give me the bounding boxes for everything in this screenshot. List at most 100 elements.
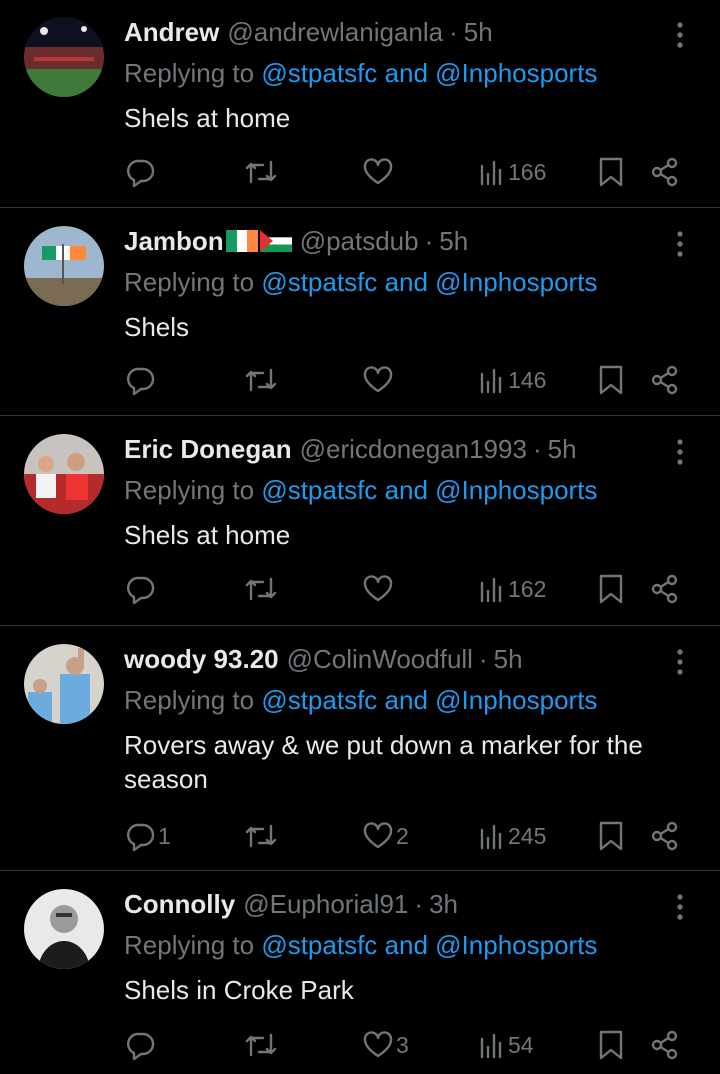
bookmark-button[interactable] — [596, 152, 626, 192]
separator-dot: · — [424, 225, 434, 256]
mention-link[interactable]: @Inphosports — [435, 475, 597, 505]
like-button[interactable]: 3 — [362, 1025, 409, 1065]
share-icon — [651, 365, 678, 395]
share-button[interactable] — [650, 152, 680, 192]
reply-tweet[interactable]: Jambon @patsdub · 5h Replying to @stpats… — [0, 209, 720, 416]
more-icon[interactable] — [668, 437, 692, 467]
views-button[interactable]: 166 — [478, 152, 546, 192]
tweet-header: Eric Donegan @ericdonegan1993 · 5h — [124, 433, 577, 465]
share-button[interactable] — [650, 360, 680, 400]
share-button[interactable] — [650, 816, 680, 856]
like-button[interactable]: 2 — [362, 816, 409, 856]
reply-button[interactable]: 1 — [124, 816, 171, 856]
views-icon — [480, 160, 502, 186]
display-name[interactable]: Andrew — [124, 17, 219, 48]
tweet-text: Shels at home — [124, 520, 291, 550]
timestamp[interactable]: 5h — [548, 434, 577, 465]
reply-button[interactable] — [124, 569, 158, 609]
bookmark-icon — [599, 157, 623, 187]
timestamp[interactable]: 5h — [439, 226, 468, 257]
mention-link[interactable]: @stpatsfc — [261, 930, 377, 960]
user-handle[interactable]: @ColinWoodfull — [287, 644, 473, 675]
reply-icon — [127, 159, 155, 188]
user-handle[interactable]: @ericdonegan1993 — [300, 434, 527, 465]
timestamp[interactable]: 5h — [464, 17, 493, 48]
bookmark-button[interactable] — [596, 360, 626, 400]
replying-to: Replying to @stpatsfc and @Inphosports — [124, 267, 597, 298]
reply-button[interactable] — [124, 360, 158, 400]
mention-link[interactable]: @stpatsfc — [261, 685, 377, 715]
more-icon[interactable] — [668, 647, 692, 677]
action-bar: 166 — [0, 152, 720, 192]
mention-link[interactable]: @Inphosports — [435, 267, 597, 297]
bookmark-button[interactable] — [596, 569, 626, 609]
retweet-button[interactable] — [244, 816, 278, 856]
action-bar: 3 54 — [0, 1025, 720, 1065]
display-name[interactable]: Connolly — [124, 889, 235, 920]
views-button[interactable]: 162 — [478, 569, 546, 609]
tweet-header: Andrew @andrewlaniganla · 5h — [124, 16, 493, 48]
reply-tweet[interactable]: woody 93.20 @ColinWoodfull · 5h Replying… — [0, 627, 720, 871]
views-button[interactable]: 245 — [478, 816, 546, 856]
action-bar: 146 — [0, 360, 720, 400]
mention-link[interactable]: @stpatsfc — [261, 58, 377, 88]
replying-prefix: Replying to — [124, 685, 255, 715]
more-icon[interactable] — [668, 892, 692, 922]
reply-button[interactable] — [124, 152, 158, 192]
user-handle[interactable]: @Euphorial91 — [243, 889, 408, 920]
replying-to: Replying to @stpatsfc and @Inphosports — [124, 685, 597, 716]
share-button[interactable] — [650, 1025, 680, 1065]
mention-link[interactable]: @Inphosports — [435, 58, 597, 88]
mention-link[interactable]: @Inphosports — [435, 685, 597, 715]
tweet-header: Jambon @patsdub · 5h — [124, 225, 468, 257]
bookmark-icon — [599, 1030, 623, 1060]
user-handle[interactable]: @patsdub — [300, 226, 419, 257]
reply-icon — [127, 1032, 155, 1061]
user-handle[interactable]: @andrewlaniganla — [227, 17, 443, 48]
retweet-button[interactable] — [244, 360, 278, 400]
avatar[interactable] — [24, 17, 104, 97]
reply-button[interactable] — [124, 1025, 158, 1065]
avatar[interactable] — [24, 434, 104, 514]
bookmark-button[interactable] — [596, 1025, 626, 1065]
retweet-icon — [245, 1033, 277, 1057]
display-name[interactable]: Eric Donegan — [124, 434, 292, 465]
like-button[interactable] — [362, 360, 396, 400]
palestine-flag-icon — [259, 230, 292, 252]
display-name[interactable]: Jambon — [124, 226, 224, 257]
mention-link[interactable]: @stpatsfc — [261, 475, 377, 505]
bookmark-button[interactable] — [596, 816, 626, 856]
like-button[interactable] — [362, 152, 396, 192]
timestamp[interactable]: 3h — [429, 889, 458, 920]
more-icon[interactable] — [668, 20, 692, 50]
reply-tweet[interactable]: Eric Donegan @ericdonegan1993 · 5h Reply… — [0, 417, 720, 626]
retweet-button[interactable] — [244, 569, 278, 609]
mention-link[interactable]: @stpatsfc — [261, 267, 377, 297]
mention-joiner: and — [384, 267, 428, 297]
mention-link[interactable]: @Inphosports — [435, 930, 597, 960]
avatar[interactable] — [24, 226, 104, 306]
action-bar: 1 2 245 — [0, 816, 720, 856]
separator-dot: · — [414, 888, 424, 919]
separator-dot: · — [478, 643, 488, 674]
views-icon — [480, 368, 502, 394]
views-button[interactable]: 146 — [478, 360, 546, 400]
reply-tweet[interactable]: Andrew @andrewlaniganla · 5h Replying to… — [0, 0, 720, 208]
reply-icon — [127, 367, 155, 396]
share-button[interactable] — [650, 569, 680, 609]
share-icon — [651, 821, 678, 851]
reply-icon — [127, 576, 155, 605]
retweet-button[interactable] — [244, 152, 278, 192]
reply-icon — [127, 823, 155, 852]
display-name[interactable]: woody 93.20 — [124, 644, 279, 675]
timestamp[interactable]: 5h — [494, 644, 523, 675]
retweet-button[interactable] — [244, 1025, 278, 1065]
views-button[interactable]: 54 — [478, 1025, 534, 1065]
avatar[interactable] — [24, 644, 104, 724]
tweet-text: Shels — [124, 312, 190, 342]
like-button[interactable] — [362, 569, 396, 609]
more-icon[interactable] — [668, 229, 692, 259]
avatar[interactable] — [24, 889, 104, 969]
reply-tweet[interactable]: Connolly @Euphorial91 · 3h Replying to @… — [0, 872, 720, 1074]
mention-joiner: and — [384, 685, 428, 715]
